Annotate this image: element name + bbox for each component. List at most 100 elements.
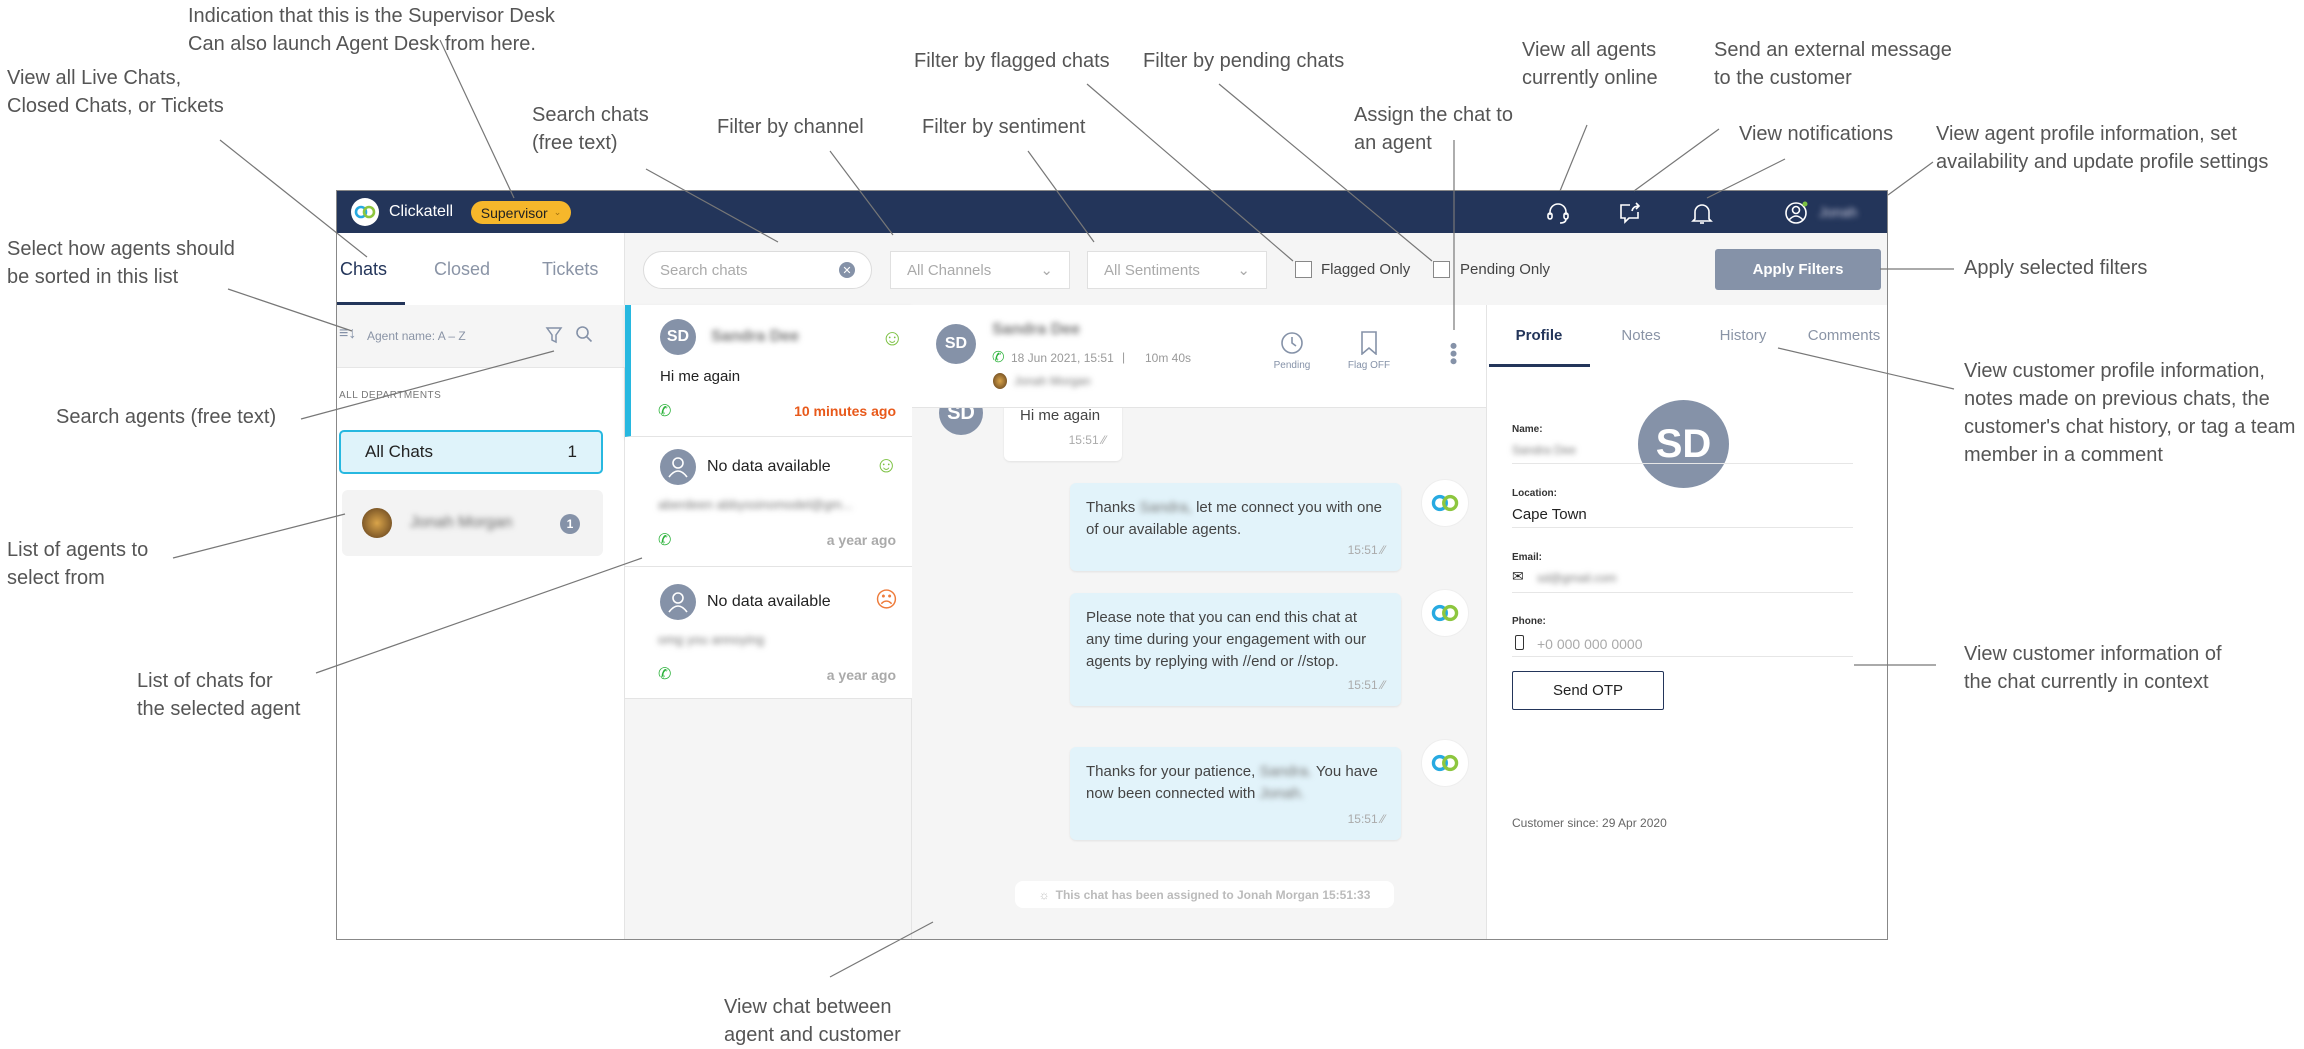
search-agents-icon[interactable] [575, 325, 593, 343]
chevron-down-icon: ⌄ [554, 207, 562, 218]
send-otp-button[interactable]: Send OTP [1512, 671, 1664, 710]
chat-list: SD Sandra Dee ☺ Hi me again ✆ 10 minutes… [625, 305, 912, 940]
annotation-search-agents: Search agents (free text) [56, 403, 276, 431]
agent-sort-bar: ≡↓ Agent name: A – Z [337, 305, 625, 368]
happy-sentiment-icon: ☺ [881, 325, 903, 351]
leader-line [1888, 162, 1933, 195]
tab-chats[interactable]: Chats [340, 259, 387, 280]
channel-select[interactable]: All Channels⌄ [890, 251, 1070, 289]
apply-filters-button[interactable]: Apply Filters [1715, 249, 1881, 290]
sort-icon[interactable]: ≡↓ [339, 325, 356, 343]
agent-message: Thanks for your patience, Sandra. You ha… [1070, 747, 1401, 840]
chat-list-item[interactable]: No data available ☺ aberdeen abbyssinomo… [625, 437, 912, 567]
agent-message: Please note that you can end this chat a… [1070, 593, 1401, 706]
chevron-down-icon: ⌄ [1237, 261, 1250, 279]
tab-tickets[interactable]: Tickets [542, 259, 598, 280]
annotation-external-message: Send an external message to the customer [1714, 36, 1952, 92]
message-time: 15:51 ⁄⁄ [1069, 429, 1106, 451]
tab-notes[interactable]: Notes [1621, 327, 1660, 344]
annotation-sentiment: Filter by sentiment [922, 113, 1085, 141]
location-value: Cape Town [1512, 506, 1587, 523]
agents-panel: Chats Closed Tickets ≡↓ Agent name: A – … [337, 233, 625, 940]
annotation-flagged: Filter by flagged chats [914, 47, 1110, 75]
message-time: 15:51 ⁄⁄ [1348, 808, 1385, 830]
annotation-supervisor: Indication that this is the Supervisor D… [188, 2, 555, 58]
bot-avatar-icon [1421, 739, 1469, 787]
agent-avatar [993, 373, 1007, 389]
chat-list-item[interactable]: SD Sandra Dee ☺ Hi me again ✆ 10 minutes… [625, 305, 912, 437]
clock-icon [1280, 331, 1304, 355]
agent-message: Thanks Sandra, let me connect you with o… [1070, 483, 1401, 571]
channel-value: All Channels [907, 262, 991, 279]
chat-time: 10 minutes ago [794, 403, 896, 419]
customer-avatar-large: SD [1638, 400, 1729, 488]
name-field-label: Name: [1512, 424, 1543, 435]
leader-line [173, 514, 345, 558]
chat-start-date: 18 Jun 2021, 15:51 [1011, 351, 1114, 365]
leader-line [1634, 129, 1719, 191]
all-chats-count: 1 [568, 442, 577, 462]
sad-sentiment-icon: ☹ [875, 587, 898, 613]
desk-mode-dropdown[interactable]: Supervisor⌄ [471, 201, 571, 224]
phone-input[interactable]: +0 000 000 0000 [1537, 636, 1643, 652]
tab-comments[interactable]: Comments [1808, 327, 1881, 344]
agent-avatar [362, 508, 392, 538]
sort-dropdown[interactable]: Agent name: A – Z [367, 329, 466, 343]
chat-customer-name: Sandra Dee [711, 328, 799, 346]
chat-customer-name: No data available [707, 593, 831, 611]
chat-preview: omg you annoying [658, 632, 764, 647]
annotation-customer-tabs: View customer profile information, notes… [1964, 357, 2295, 469]
all-chats-item[interactable]: All Chats 1 [339, 430, 603, 474]
conversation-header: SD Sandra Dee ✆ 18 Jun 2021, 15:51 | 10m… [912, 305, 1486, 408]
assigned-agent-name: Jonah Morgan [1014, 374, 1091, 388]
pending-button[interactable]: Pending [1267, 331, 1317, 371]
flagged-only-label[interactable]: Flagged Only [1321, 261, 1410, 278]
customer-since: Customer since: 29 Apr 2020 [1512, 816, 1667, 830]
annotation-tabs: View all Live Chats, Closed Chats, or Ti… [7, 64, 224, 120]
happy-sentiment-icon: ☺ [875, 452, 897, 478]
user-profile-icon[interactable] [1784, 200, 1810, 226]
whatsapp-icon: ✆ [992, 348, 1005, 366]
agent-chat-count-badge: 1 [560, 514, 580, 534]
chat-list-item[interactable]: No data available ☹ omg you annoying ✆ a… [625, 567, 912, 699]
user-name[interactable]: Jonah [1819, 204, 1857, 220]
clear-search-icon[interactable]: ✕ [839, 262, 855, 278]
conversation-panel: SD Hi me again 15:51 ⁄⁄ Thanks Sandra, l… [912, 305, 1486, 940]
bell-icon[interactable] [1689, 200, 1715, 226]
chat-preview: aberdeen abbyssinomodel@gm... [658, 497, 898, 512]
chat-duration: 10m 40s [1145, 351, 1191, 365]
flag-label: Flag OFF [1344, 360, 1394, 371]
pending-label: Pending [1267, 360, 1317, 371]
annotation-sort: Select how agents should be sorted in th… [7, 235, 235, 291]
divider [1512, 656, 1853, 657]
pending-only-label[interactable]: Pending Only [1460, 261, 1550, 278]
chat-customer-name: No data available [707, 458, 831, 476]
departments-heading: ALL DEPARTMENTS [339, 390, 441, 401]
headset-icon[interactable] [1545, 200, 1571, 226]
tab-profile[interactable]: Profile [1516, 327, 1563, 344]
sentiment-select[interactable]: All Sentiments⌄ [1087, 251, 1267, 289]
agent-list-item[interactable]: Jonah Morgan 1 [342, 490, 603, 556]
customer-avatar: SD [660, 319, 696, 355]
flagged-only-checkbox[interactable] [1295, 261, 1312, 278]
more-options-icon[interactable]: ••• [1449, 342, 1457, 365]
leader-line [228, 289, 352, 331]
search-chats-input[interactable]: Search chats ✕ [643, 251, 872, 289]
filter-icon[interactable] [545, 326, 563, 344]
top-nav-bar: Clickatell Supervisor⌄ Jonah [337, 191, 1888, 233]
external-message-icon[interactable] [1617, 200, 1643, 226]
annotation-assign: Assign the chat to an agent [1354, 101, 1513, 157]
annotation-apply: Apply selected filters [1964, 254, 2147, 282]
chat-time: a year ago [827, 667, 896, 683]
message-text: Please note that you can end this chat a… [1086, 609, 1366, 670]
tab-closed[interactable]: Closed [434, 259, 490, 280]
system-message: ☼This chat has been assigned to Jonah Mo… [1015, 881, 1394, 908]
pending-only-checkbox[interactable] [1433, 261, 1450, 278]
tab-history[interactable]: History [1720, 327, 1767, 344]
app-window: Clickatell Supervisor⌄ Jonah Search chat… [336, 190, 1888, 940]
user-placeholder-icon [660, 584, 696, 620]
flag-button[interactable]: Flag OFF [1344, 331, 1394, 371]
bot-avatar-icon [1421, 589, 1469, 637]
user-placeholder-icon [660, 449, 696, 485]
divider [1512, 463, 1853, 464]
